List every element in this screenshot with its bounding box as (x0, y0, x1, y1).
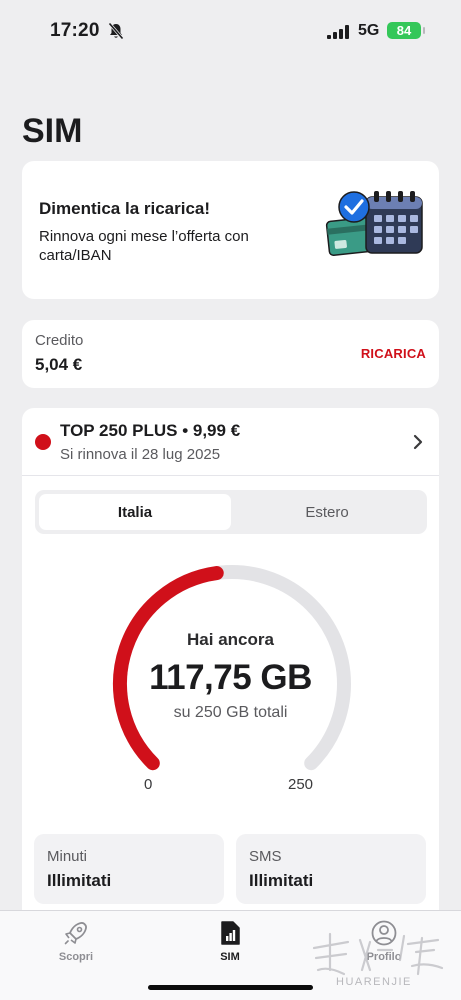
tab-estero[interactable]: Estero (231, 494, 423, 530)
gauge-caption: Hai ancora (187, 630, 274, 649)
plan-name: TOP 250 PLUS • 9,99 € (60, 421, 241, 440)
payment-calendar-illustration-icon (325, 191, 423, 256)
allowance-value: Illimitati (47, 871, 112, 890)
tab-sim[interactable]: SIM (180, 919, 280, 969)
rocket-icon (64, 922, 87, 945)
network-type: 5G (358, 22, 380, 39)
plan-header[interactable]: TOP 250 PLUS • 9,99 € Si rinnova il 28 l… (22, 408, 439, 476)
plan-card: TOP 250 PLUS • 9,99 € Si rinnova il 28 l… (22, 408, 439, 928)
sms-allowance: SMS Illimitati (236, 834, 426, 904)
watermark-text: HUARENJIE (336, 976, 412, 988)
home-indicator (148, 985, 313, 990)
allowance-label: SMS (249, 848, 282, 865)
tab-label: SIM (220, 951, 240, 963)
credit-value: 5,04 € (35, 355, 83, 374)
tab-scopri[interactable]: Scopri (26, 919, 126, 969)
tab-italia[interactable]: Italia (39, 494, 231, 530)
recharge-button[interactable]: RICARICA (361, 346, 426, 361)
data-remaining-value: 117,75 GB (149, 658, 312, 697)
gauge-max-label: 250 (288, 776, 314, 793)
credit-card: Credito 5,04 € RICARICA (22, 320, 439, 388)
allowance-label: Minuti (47, 848, 88, 865)
chevron-right-icon (413, 434, 423, 450)
battery-icon: 84 (387, 22, 425, 39)
allowance-value: Illimitati (249, 871, 314, 890)
autorenew-promo-card[interactable]: Dimentica la ricarica! Rinnova ogni mese… (22, 161, 439, 299)
status-bar: 17:20 5G 84 (0, 0, 461, 60)
page-title: SIM (22, 112, 83, 150)
promo-text: Rinnova ogni mese l’offerta con carta/IB… (39, 228, 249, 264)
cellular-signal-icon (327, 25, 349, 39)
battery-level: 84 (396, 23, 412, 38)
data-total-text: su 250 GB totali (173, 704, 288, 721)
tab-label: Scopri (58, 951, 94, 963)
plan-status-dot-icon (35, 434, 51, 450)
gauge-min-label: 0 (144, 776, 153, 793)
status-time: 17:20 (50, 20, 100, 41)
plan-renewal-date: Si rinnova il 28 lug 2025 (60, 446, 221, 463)
region-segmented-control: Italia Estero (35, 490, 427, 534)
bell-muted-icon (108, 22, 124, 40)
sim-card-icon (221, 921, 240, 945)
credit-label: Credito (35, 332, 84, 349)
promo-title: Dimentica la ricarica! (39, 199, 211, 218)
minutes-allowance: Minuti Illimitati (34, 834, 224, 904)
